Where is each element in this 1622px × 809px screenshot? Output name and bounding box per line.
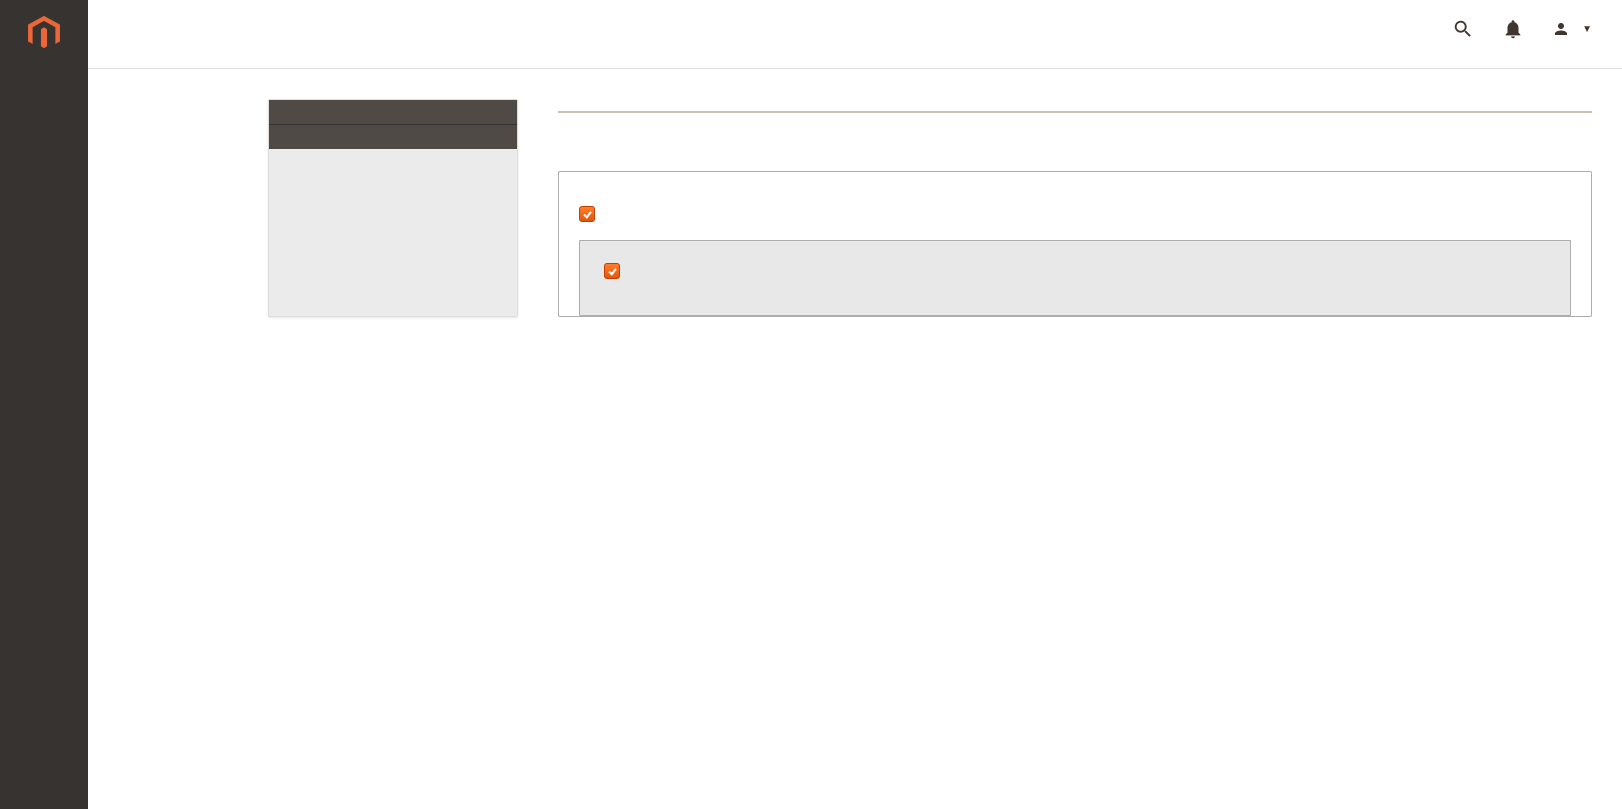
user-menu[interactable]: ▼: [1552, 20, 1592, 38]
select-all-checkbox[interactable]: [579, 206, 595, 222]
magento-logo[interactable]: [0, 0, 88, 65]
user-icon: [1552, 20, 1570, 38]
categories-box: [558, 171, 1592, 317]
chevron-down-icon: ▼: [1582, 24, 1592, 35]
bell-icon[interactable]: [1502, 18, 1524, 40]
content-area: [88, 69, 1622, 317]
search-icon[interactable]: [1452, 18, 1474, 40]
category-tree: [579, 240, 1571, 316]
root-checkbox[interactable]: [604, 263, 620, 279]
divider: [558, 111, 1592, 113]
header-actions: ▼: [1452, 18, 1592, 40]
root-category-row: [604, 263, 1546, 279]
admin-sidebar: [0, 0, 88, 809]
main-content: ▼: [88, 0, 1622, 317]
settings-column: [558, 99, 1592, 317]
info-text: [558, 141, 1592, 171]
select-all-row: [579, 206, 1571, 222]
page-header: ▼: [88, 0, 1622, 69]
steps-header: [269, 100, 517, 124]
steps-footer: [269, 124, 517, 149]
steps-panel: [268, 99, 518, 317]
